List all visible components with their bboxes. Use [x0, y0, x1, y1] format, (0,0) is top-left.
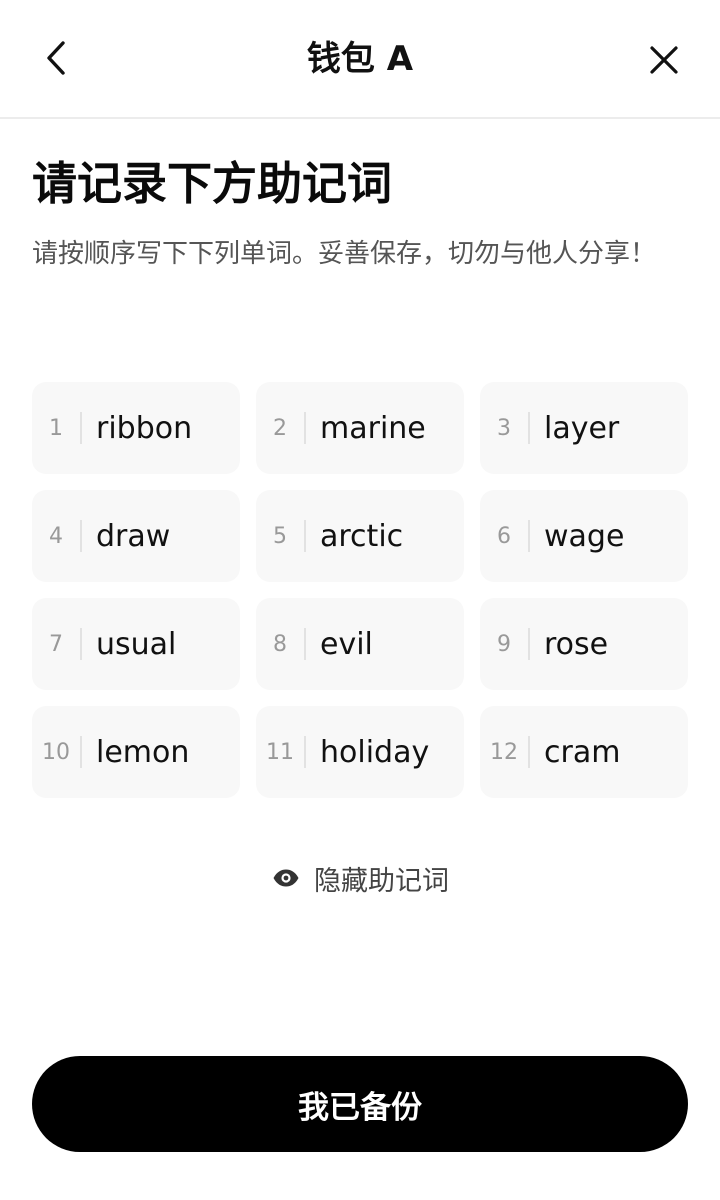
mnemonic-word-cell: 7 usual	[32, 598, 240, 690]
top-bar: 钱包 A	[0, 0, 720, 119]
chevron-left-icon	[47, 41, 65, 75]
mnemonic-word-cell: 11 holiday	[256, 706, 464, 798]
mnemonic-word-cell: 4 draw	[32, 490, 240, 582]
mnemonic-word: marine	[320, 410, 426, 446]
mnemonic-word: arctic	[320, 518, 404, 554]
mnemonic-word-index: 2	[273, 415, 287, 441]
mnemonic-word-cell: 9 rose	[480, 598, 688, 690]
page-subtitle: 请按顺序写下下列单词。妥善保存，切勿与他人分享！	[32, 239, 657, 269]
mnemonic-word-cell: 10 lemon	[32, 706, 240, 798]
mnemonic-word-index: 6	[497, 523, 511, 549]
mnemonic-word-cell: 12 cram	[480, 706, 688, 798]
mnemonic-word-index: 11	[266, 739, 294, 765]
mnemonic-word-index: 4	[49, 523, 63, 549]
mnemonic-word-cell: 8 evil	[256, 598, 464, 690]
mnemonic-word: usual	[96, 626, 177, 662]
mnemonic-word-index: 1	[49, 415, 63, 441]
confirm-backup-label: 我已备份	[298, 1089, 422, 1126]
mnemonic-word: evil	[320, 626, 373, 662]
mnemonic-word: ribbon	[96, 410, 193, 446]
mnemonic-word-index: 10	[42, 739, 70, 765]
mnemonic-word-index: 9	[497, 631, 511, 657]
page-title: 请记录下方助记词	[32, 157, 393, 210]
mnemonic-word: rose	[544, 626, 609, 662]
hide-mnemonic-label: 隐藏助记词	[314, 865, 449, 897]
mnemonic-word-cell: 3 layer	[480, 382, 688, 474]
mnemonic-word-index: 7	[49, 631, 63, 657]
mnemonic-word: lemon	[96, 734, 190, 770]
mnemonic-word-cell: 1 ribbon	[32, 382, 240, 474]
header-title: 钱包 A	[306, 39, 414, 79]
confirm-backup-button[interactable]: 我已备份	[32, 1056, 688, 1152]
close-button[interactable]	[644, 40, 684, 80]
mnemonic-word-cell: 2 marine	[256, 382, 464, 474]
mnemonic-word-index: 3	[497, 415, 511, 441]
mnemonic-word: draw	[96, 518, 171, 554]
mnemonic-word: layer	[544, 410, 620, 446]
mnemonic-word: wage	[544, 518, 625, 554]
mnemonic-word-index: 5	[273, 523, 287, 549]
eye-icon	[272, 868, 300, 888]
back-button[interactable]	[36, 36, 76, 80]
mnemonic-grid: 1 ribbon 2 marine 3 layer 4 draw 5 arctic 6 wage 7 us…	[32, 382, 688, 798]
mnemonic-word-cell: 6 wage	[480, 490, 688, 582]
mnemonic-word-index: 12	[490, 739, 518, 765]
close-icon	[650, 46, 678, 74]
mnemonic-word: cram	[544, 734, 621, 770]
hide-mnemonic-toggle[interactable]: 隐藏助记词	[272, 856, 449, 900]
mnemonic-word: holiday	[320, 734, 430, 770]
mnemonic-word-cell: 5 arctic	[256, 490, 464, 582]
mnemonic-word-index: 8	[273, 631, 287, 657]
